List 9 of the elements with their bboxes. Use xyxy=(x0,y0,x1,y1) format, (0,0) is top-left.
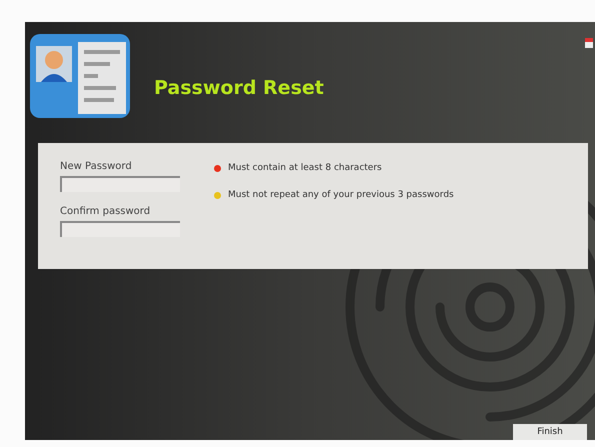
field-label: Confirm password xyxy=(60,206,152,217)
flag-icon xyxy=(585,38,593,48)
finish-button[interactable]: Finish xyxy=(513,424,587,440)
password-field[interactable] xyxy=(60,176,180,192)
field-label: New Password xyxy=(60,161,133,172)
dialog-title: Password Reset xyxy=(154,76,324,98)
password-field[interactable] xyxy=(60,221,180,237)
rule-text: Must contain at least 8 characters xyxy=(228,163,382,173)
rule-text: Must not repeat any of your previous 3 passwords xyxy=(228,190,454,200)
